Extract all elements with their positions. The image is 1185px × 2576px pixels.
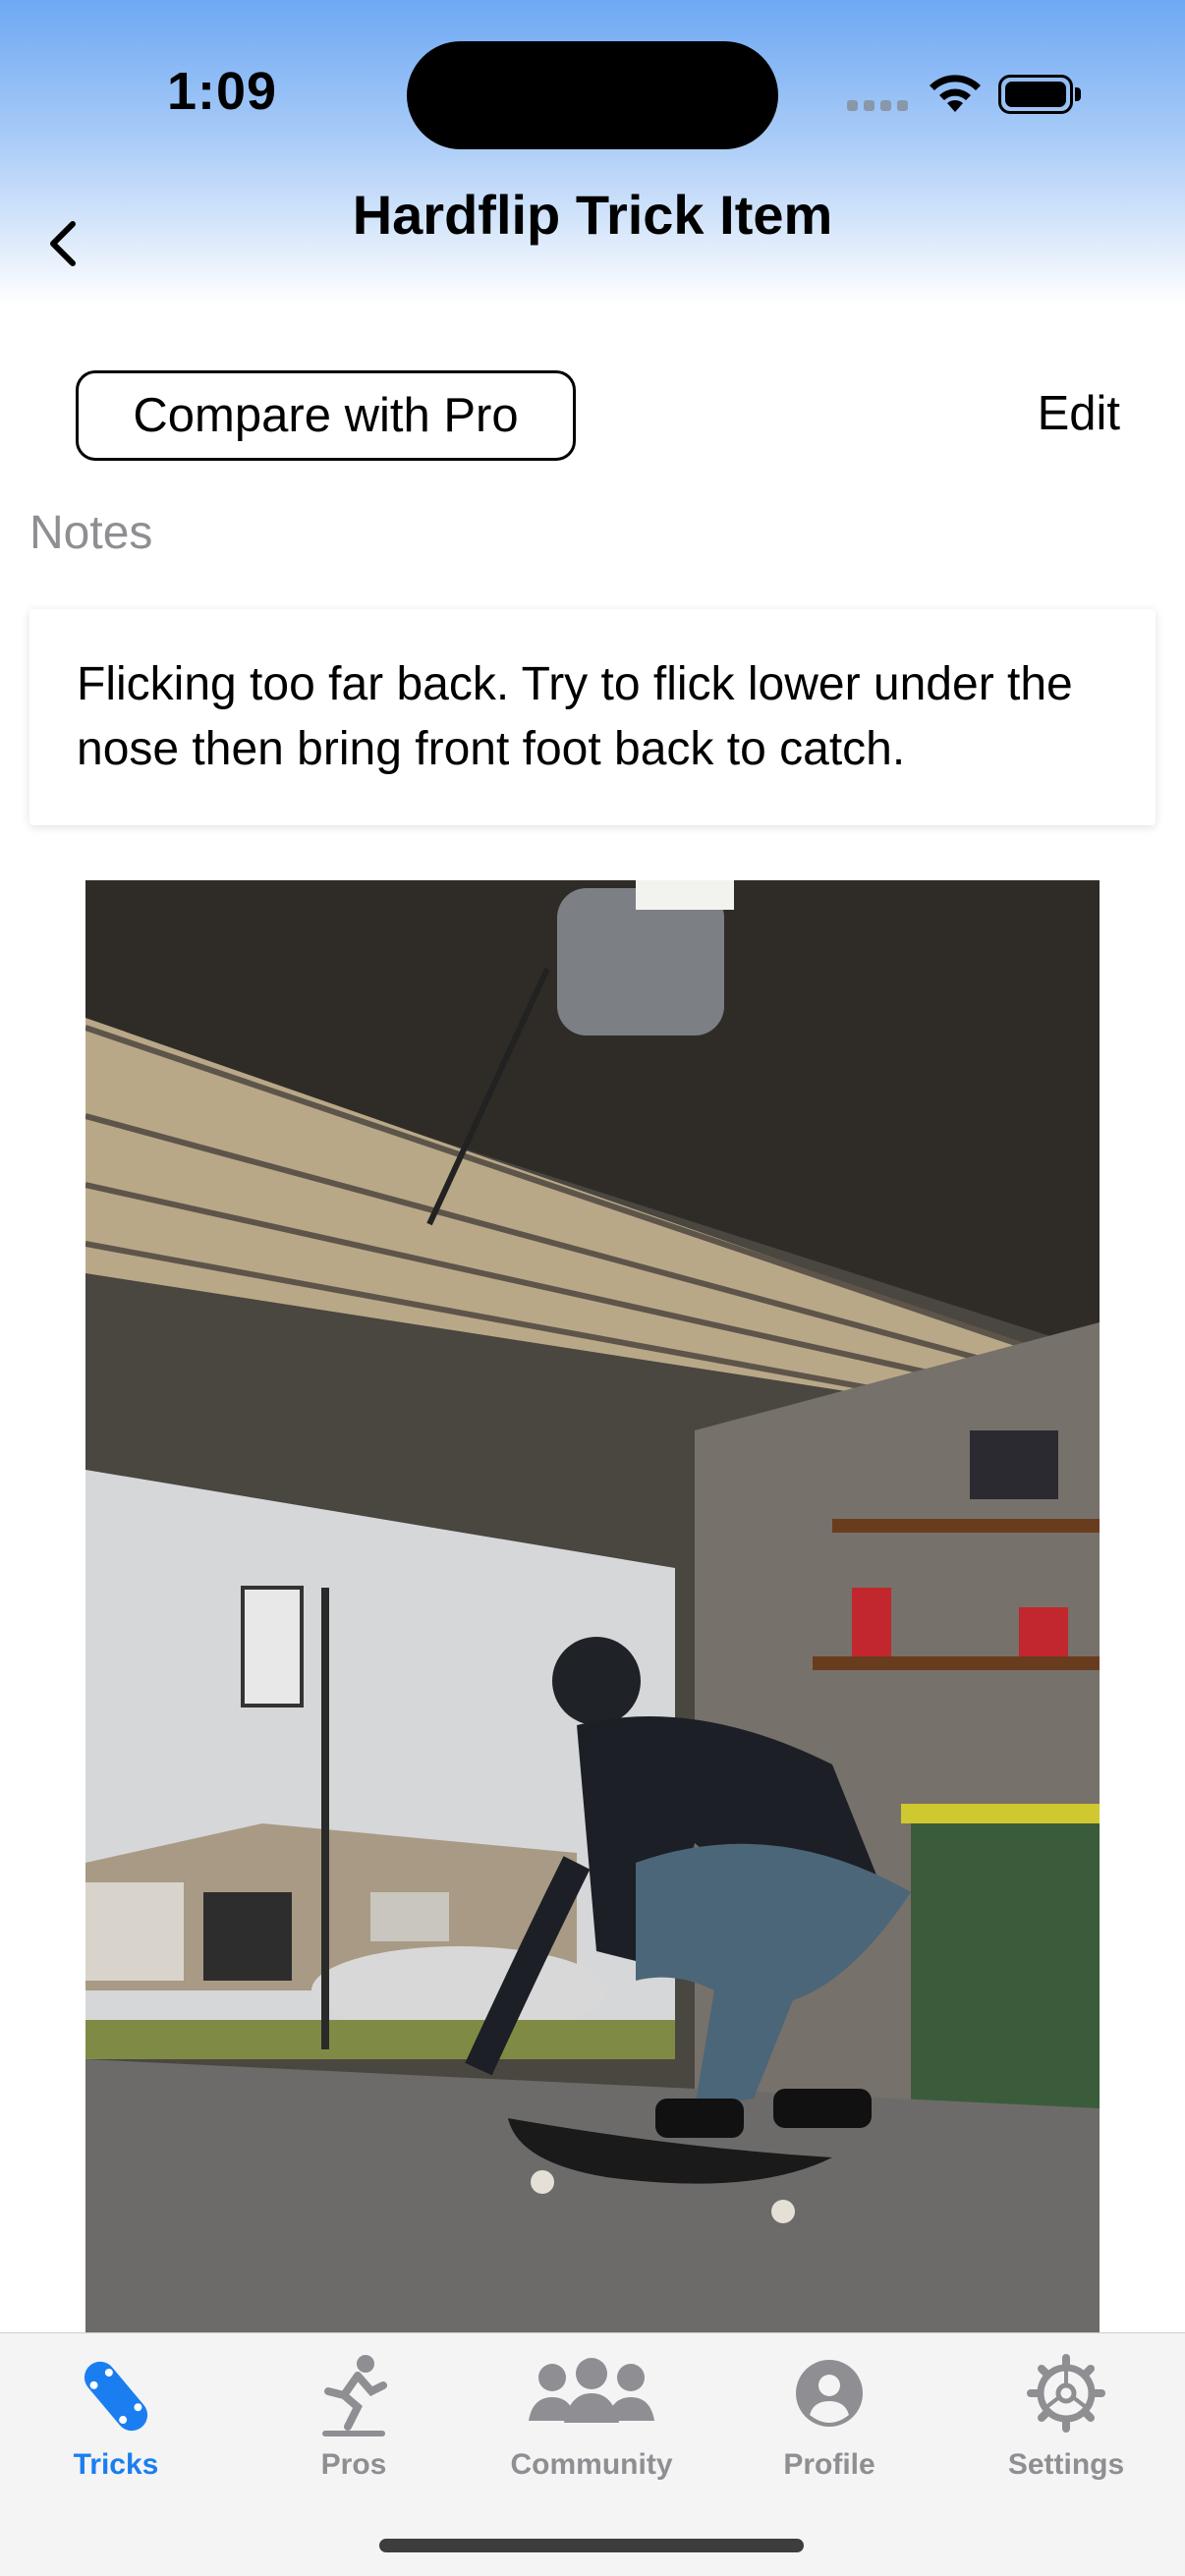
trick-video[interactable] [85,880,1100,2332]
notes-card: Flicking too far back. Try to flick lowe… [29,609,1156,825]
tab-label: Pros [320,2448,387,2481]
home-indicator[interactable] [379,2539,804,2552]
status-time: 1:09 [167,62,278,121]
tab-settings[interactable]: Settings [968,2342,1164,2481]
skateboard-icon [84,2361,148,2432]
person-circle-icon [796,2360,863,2427]
group-icon [529,2358,654,2423]
compare-with-pro-button[interactable]: Compare with Pro [76,370,576,461]
tab-tricks[interactable]: Tricks [18,2342,214,2481]
gear-icon [1027,2354,1105,2433]
tab-profile[interactable]: Profile [731,2342,928,2481]
header: 1:09 Hardflip Trick Item [0,0,1185,305]
edit-button[interactable]: Edit [983,386,1120,441]
tab-label: Tricks [73,2448,159,2481]
skater-icon [322,2355,387,2436]
wifi-icon [930,75,981,112]
trick-video-frame [85,880,1100,2332]
cellular-signal-icon [847,100,908,112]
tab-label: Settings [1007,2448,1125,2481]
tab-community[interactable]: Community [493,2342,690,2481]
page-title: Hardflip Trick Item [352,184,833,246]
dynamic-island [407,41,778,149]
tab-label: Community [510,2448,673,2481]
battery-icon [998,75,1081,114]
tab-label: Profile [783,2448,875,2481]
notes-label: Notes [29,507,153,559]
tab-pros[interactable]: Pros [255,2342,452,2481]
